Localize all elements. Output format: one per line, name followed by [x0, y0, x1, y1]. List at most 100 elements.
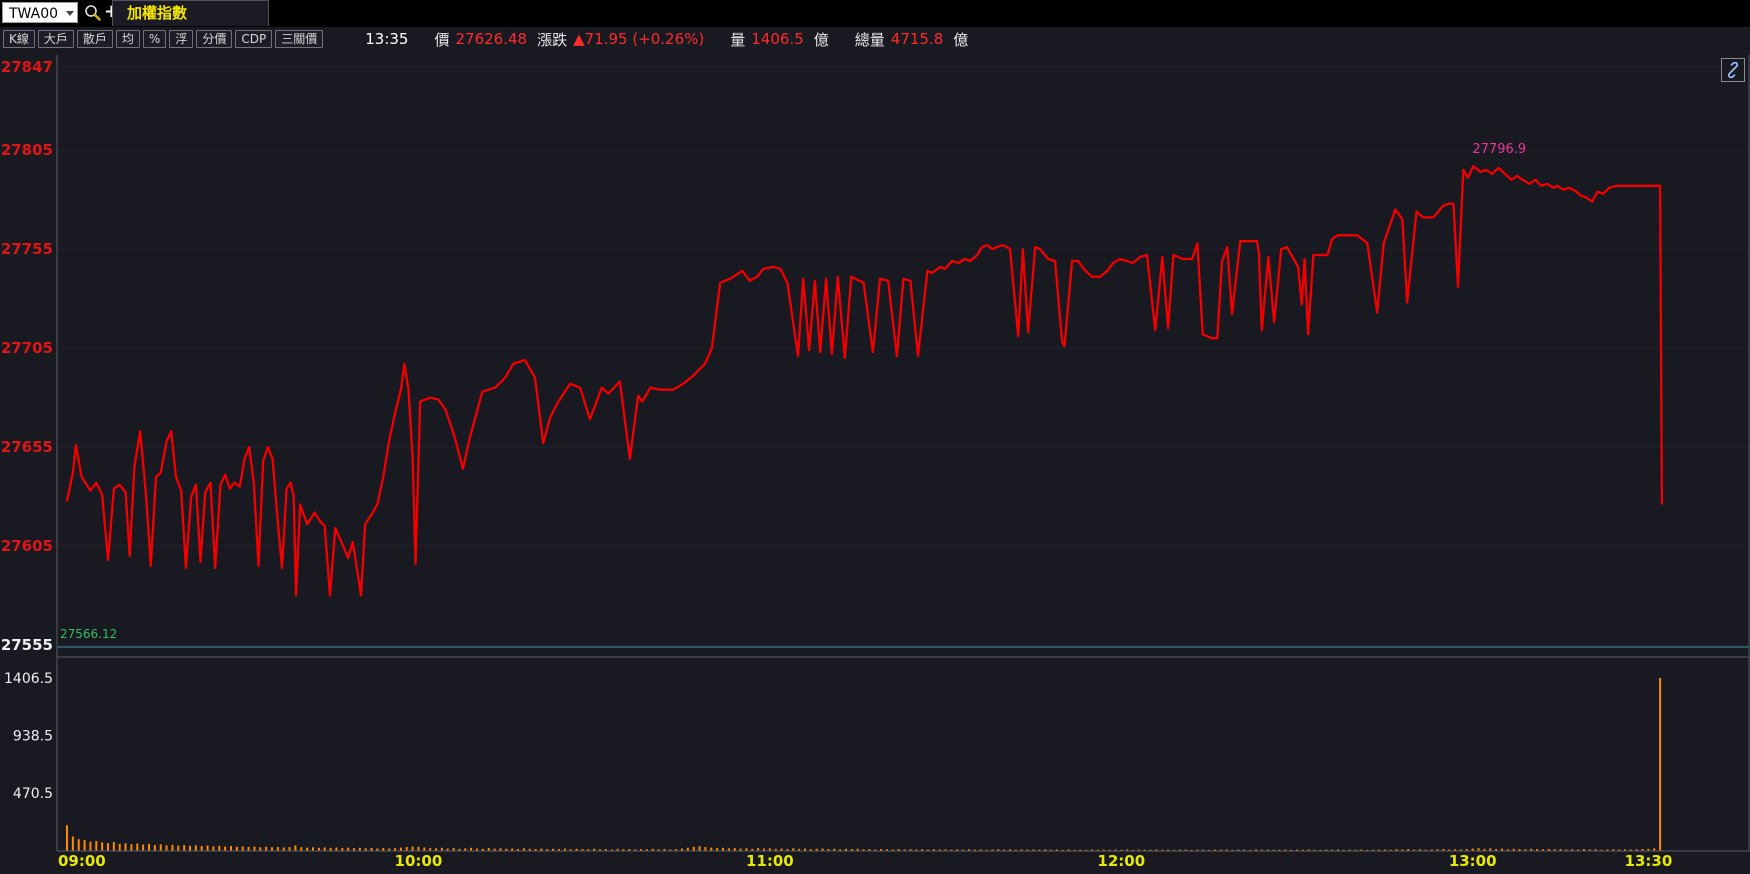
volume-bar: [118, 843, 121, 851]
volume-bar: [247, 846, 250, 851]
volume-bar: [224, 846, 227, 851]
volume-bar: [194, 845, 197, 851]
price-axis-label: 27705: [1, 339, 53, 357]
volume-axis-label: 470.5: [13, 786, 53, 802]
kline-button[interactable]: K線: [3, 30, 35, 48]
price-label: 價: [434, 30, 450, 49]
volume-bar: [159, 844, 162, 851]
total-volume-unit: 億: [953, 30, 969, 49]
volume-bar: [124, 843, 127, 851]
price-axis-label: 27555: [1, 636, 53, 654]
volume-bar: [183, 845, 186, 851]
volume-bar: [212, 846, 215, 851]
volume-unit: 億: [813, 30, 829, 49]
price-axis-label: 27605: [1, 537, 53, 555]
total-volume-label: 總量: [854, 30, 885, 49]
volume-bar: [1659, 678, 1662, 851]
time-axis-label: 13:00: [1449, 852, 1497, 870]
volume-bar: [229, 846, 232, 851]
search-icon[interactable]: [84, 4, 102, 22]
total-volume-value: 4715.8: [890, 30, 944, 48]
volume-bar: [235, 846, 238, 851]
volume-bar: [253, 846, 256, 851]
volume-bar: [206, 845, 209, 851]
volume-bar: [83, 840, 86, 851]
float-button[interactable]: 浮: [169, 30, 194, 48]
volume-bar: [188, 845, 191, 851]
cdp-button[interactable]: CDP: [235, 30, 273, 48]
volume-bar: [300, 847, 303, 851]
volume-bar: [710, 847, 713, 851]
price-line: [65, 165, 1664, 597]
volume-bar: [294, 845, 297, 851]
volume-bar: [147, 843, 150, 851]
symbol-input[interactable]: [7, 5, 65, 23]
volume-bar: [288, 847, 291, 851]
average-button[interactable]: 均: [115, 30, 140, 48]
volume-bar: [165, 845, 168, 851]
volume-label: 量: [730, 30, 746, 49]
volume-bar: [417, 846, 420, 851]
volume-bar: [106, 843, 109, 851]
volume-bar: [698, 846, 701, 851]
volume-bar: [692, 846, 695, 851]
retail-button[interactable]: 散戶: [76, 30, 113, 48]
last-price: 27626.48: [455, 30, 528, 48]
volume-bar: [71, 836, 74, 851]
intraday-chart[interactable]: 27847 27805 27755 27705 27655 27605 27555 1406.…: [0, 0, 1750, 874]
quote-time: 13:35: [365, 30, 409, 48]
top-bar: + 加權指數: [0, 0, 1750, 27]
dropdown-arrow-icon[interactable]: [66, 11, 74, 16]
toolbar-row: K線 大戶 散戶 均 % 浮 分價 CDP 三關價 13:35 價 27626.…: [0, 27, 1750, 51]
volume-bar: [171, 844, 174, 851]
volume-bar: [153, 845, 156, 851]
time-axis-label: 10:00: [395, 852, 443, 870]
pricevol-button[interactable]: 分價: [196, 30, 233, 48]
volume-bar: [311, 847, 314, 851]
threegate-button[interactable]: 三關價: [275, 30, 324, 48]
volume-bar: [399, 847, 402, 851]
price-axis-label: 27805: [1, 141, 53, 159]
volume-value: 1406.5: [751, 30, 804, 48]
volume-bar: [101, 842, 104, 851]
volume-bar: [95, 840, 98, 851]
volume-bar: [89, 841, 92, 851]
trading-app-window: 27847 27805 27755 27705 27655 27605 27555 1406.…: [0, 0, 1750, 874]
volume-bar: [177, 845, 180, 851]
volume-bar: [323, 847, 326, 851]
percent-button[interactable]: %: [142, 30, 167, 48]
time-axis-label: 12:00: [1097, 852, 1145, 870]
link-icon: [1728, 62, 1738, 78]
volume-bar: [411, 846, 414, 851]
volume-bar: [200, 846, 203, 851]
day-low-label: 27566.12: [60, 627, 117, 641]
volume-bar: [704, 847, 707, 851]
link-button[interactable]: [1721, 58, 1745, 82]
volume-bar: [136, 843, 139, 851]
volume-bar: [142, 844, 145, 851]
price-axis-label: 27755: [1, 240, 53, 258]
volume-bar: [218, 845, 221, 851]
volume-bar: [241, 846, 244, 851]
volume-axis-label: 1406.5: [4, 671, 53, 687]
time-axis-label: 09:00: [58, 852, 106, 870]
volume-bar: [77, 839, 80, 851]
time-axis-label: 11:00: [746, 852, 794, 870]
volume-bar: [282, 847, 285, 851]
symbol-combobox[interactable]: [2, 2, 78, 23]
volume-axis-label: 938.5: [13, 729, 53, 745]
time-axis-label: 13:30: [1625, 852, 1673, 870]
volume-bar: [405, 847, 408, 851]
volume-bar: [270, 847, 273, 851]
quote-status-bar: 13:35 價 27626.48 漲跌 ▲71.95 (+0.26%) 量 14…: [365, 29, 968, 50]
volume-bar: [423, 847, 426, 851]
price-axis-label: 27655: [1, 438, 53, 456]
volume-bar: [259, 847, 262, 851]
tab-weighted-index[interactable]: 加權指數: [112, 0, 269, 26]
volume-bar: [130, 844, 133, 851]
bigplayer-button[interactable]: 大戶: [37, 30, 74, 48]
price-axis-label: 27847: [1, 58, 53, 76]
day-high-label: 27796.9: [1472, 142, 1526, 157]
volume-bar: [112, 842, 115, 851]
change-value: ▲71.95 (+0.26%): [573, 30, 705, 48]
